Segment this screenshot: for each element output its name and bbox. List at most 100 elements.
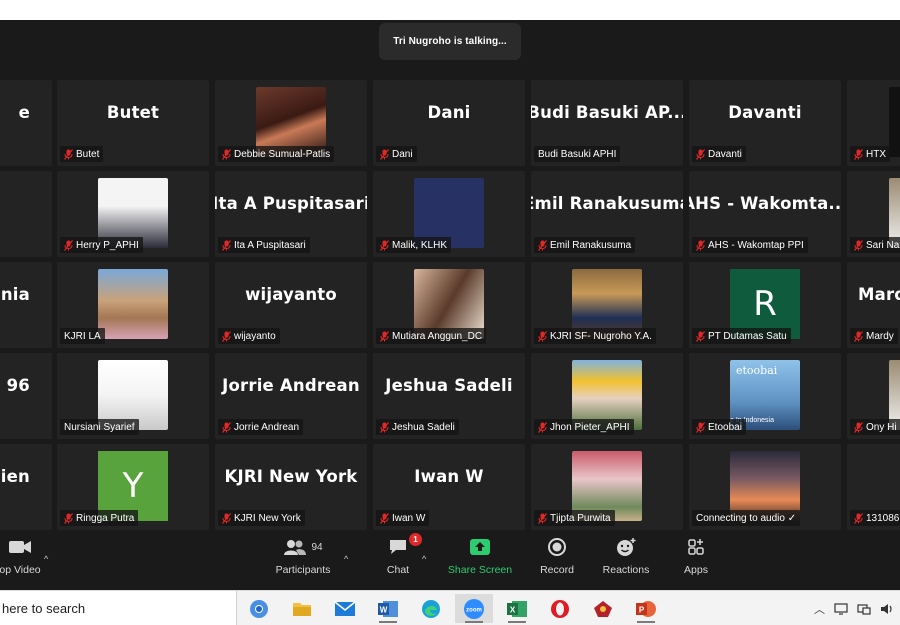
- participant-tile[interactable]: Ony Hi: [847, 353, 900, 439]
- participant-tile[interactable]: KJRI LA: [57, 262, 209, 348]
- muted-mic-icon: [538, 239, 547, 251]
- participant-tile[interactable]: KJRI SF- Nugroho Y.A.: [531, 262, 683, 348]
- participant-tile[interactable]: Y Ringga Putra: [57, 444, 209, 530]
- participant-tile[interactable]: Budi Basuki AP... Budi Basuki APHI: [531, 80, 683, 166]
- word-taskbar-button[interactable]: W: [369, 594, 407, 623]
- participants-button[interactable]: 94 Participants: [272, 530, 334, 590]
- share-screen-button[interactable]: Share Screen: [446, 530, 514, 590]
- participant-name-text: Ony Hi: [866, 421, 897, 433]
- opera-taskbar-button[interactable]: [541, 594, 579, 623]
- participant-tile[interactable]: wijayanto wijayanto: [215, 262, 367, 348]
- participant-tile[interactable]: Jorrie Andrean Jorrie Andrean: [215, 353, 367, 439]
- muted-mic-icon: [64, 148, 73, 160]
- file-explorer-taskbar-button[interactable]: [283, 594, 321, 623]
- participant-name-text: Jeshua Sadeli: [392, 421, 455, 433]
- participant-name-label: Ita A Puspitasari: [218, 237, 310, 253]
- participant-tile[interactable]: Connecting to audio ✓: [689, 444, 841, 530]
- participant-tile[interactable]: AHS - Wakomta... AHS - Wakomtap PPI: [689, 171, 841, 257]
- muted-mic-icon: [696, 421, 705, 433]
- tablet-icon[interactable]: [834, 602, 848, 615]
- muted-mic-icon: [380, 148, 389, 160]
- volume-icon[interactable]: [880, 603, 894, 615]
- participant-tile[interactable]: Butet Butet: [57, 80, 209, 166]
- participant-tile[interactable]: Mutiara Anggun_DC: [373, 262, 525, 348]
- participant-name-label: Tjipta Purwita: [534, 510, 615, 526]
- system-tray: ︿: [814, 591, 894, 625]
- excel-taskbar-button[interactable]: X: [498, 594, 536, 623]
- participant-tile[interactable]: R PT Dutamas Satu: [689, 262, 841, 348]
- participant-name-text: KJRI LA: [64, 330, 101, 342]
- participant-tile[interactable]: Emil Ranakusuma Emil Ranakusuma: [531, 171, 683, 257]
- participant-display-name: Jeshua Sadeli: [385, 375, 513, 395]
- participant-tile[interactable]: HTX: [847, 80, 900, 166]
- participant-tile[interactable]: onia: [0, 262, 52, 348]
- chrome-taskbar-button[interactable]: [240, 594, 278, 623]
- muted-mic-icon: [222, 239, 231, 251]
- participant-name-label: KJRI SF- Nugroho Y.A.: [534, 328, 656, 344]
- participant-tile[interactable]: Sari Na: [847, 171, 900, 257]
- muted-mic-icon: [696, 330, 705, 342]
- chat-button[interactable]: 1 Chat: [380, 530, 422, 590]
- chrome-icon: [250, 599, 268, 618]
- participant-tile[interactable]: Dani Dani: [373, 80, 525, 166]
- participant-tile[interactable]: KJRI New York KJRI New York: [215, 444, 367, 530]
- muted-mic-icon: [854, 512, 863, 524]
- participant-tile[interactable]: e: [0, 80, 52, 166]
- window-top-strip: [0, 0, 900, 20]
- word-running-indicator: [379, 621, 397, 623]
- game-taskbar-button[interactable]: [584, 594, 622, 623]
- participant-tile[interactable]: 131086: [847, 444, 900, 530]
- participant-name-text: KJRI New York: [234, 512, 301, 524]
- muted-mic-icon: [380, 330, 389, 342]
- participant-tile[interactable]: 96: [0, 353, 52, 439]
- participant-name-label: Dani: [376, 146, 417, 162]
- video-options-caret[interactable]: ^: [44, 554, 48, 564]
- participants-caret[interactable]: ^: [344, 554, 348, 564]
- participant-tile[interactable]: Nursiani Syarief: [57, 353, 209, 439]
- chat-caret[interactable]: ^: [422, 554, 426, 564]
- participant-tile[interactable]: [0, 171, 52, 257]
- participant-tile[interactable]: Davanti Davanti: [689, 80, 841, 166]
- participant-name-label: wijayanto: [218, 328, 280, 344]
- participant-name-label: AHS - Wakomtap PPI: [692, 237, 808, 253]
- record-button[interactable]: Record: [537, 530, 577, 590]
- participant-tile[interactable]: Debbie Sumual-Patlis: [215, 80, 367, 166]
- participant-tile[interactable]: Malik, KLHK: [373, 171, 525, 257]
- apps-label: Apps: [684, 564, 708, 576]
- participant-tile[interactable]: Mard Mardy: [847, 262, 900, 348]
- chat-label: Chat: [386, 564, 410, 576]
- participant-name-label: Iwan W: [376, 510, 430, 526]
- apps-button[interactable]: Apps: [680, 530, 712, 590]
- record-label: Record: [540, 564, 574, 576]
- participant-tile[interactable]: Jhon Pieter_APHI: [531, 353, 683, 439]
- muted-mic-icon: [222, 330, 231, 342]
- zoom-taskbar-button[interactable]: zoom: [455, 594, 493, 623]
- participant-tile[interactable]: Jeshua Sadeli Jeshua Sadeli: [373, 353, 525, 439]
- participant-tile[interactable]: etoobai e In Indonesia Etoobai: [689, 353, 841, 439]
- participant-video: [98, 269, 168, 339]
- participant-name-text: AHS - Wakomtap PPI: [708, 239, 804, 251]
- participant-name-text: 131086: [866, 512, 900, 524]
- participant-name-label: Davanti: [692, 146, 746, 162]
- powerpoint-taskbar-button[interactable]: P: [627, 594, 665, 623]
- mail-taskbar-button[interactable]: [326, 594, 364, 623]
- participant-display-name: e: [18, 102, 30, 122]
- participant-name-label: Jeshua Sadeli: [376, 419, 459, 435]
- participant-tile[interactable]: Ita A Puspitasari Ita A Puspitasari: [215, 171, 367, 257]
- muted-mic-icon: [696, 148, 705, 160]
- network-icon[interactable]: [857, 603, 871, 615]
- taskbar-search-box[interactable]: here to search: [0, 591, 237, 625]
- tray-expand-icon[interactable]: ︿: [814, 601, 825, 617]
- participant-tile[interactable]: Herry P_APHI: [57, 171, 209, 257]
- participant-tile[interactable]: ien: [0, 444, 52, 530]
- edge-taskbar-button[interactable]: [412, 594, 450, 623]
- stop-video-button[interactable]: op Video: [0, 530, 50, 590]
- participant-tile[interactable]: Tjipta Purwita: [531, 444, 683, 530]
- muted-mic-icon: [380, 239, 389, 251]
- participant-display-name: Iwan W: [414, 466, 484, 486]
- mail-icon: [334, 600, 356, 616]
- participant-display-name: wijayanto: [245, 284, 337, 304]
- participant-tile[interactable]: Iwan W Iwan W: [373, 444, 525, 530]
- participant-display-name: 96: [6, 375, 30, 395]
- reactions-button[interactable]: Reactions: [600, 530, 652, 590]
